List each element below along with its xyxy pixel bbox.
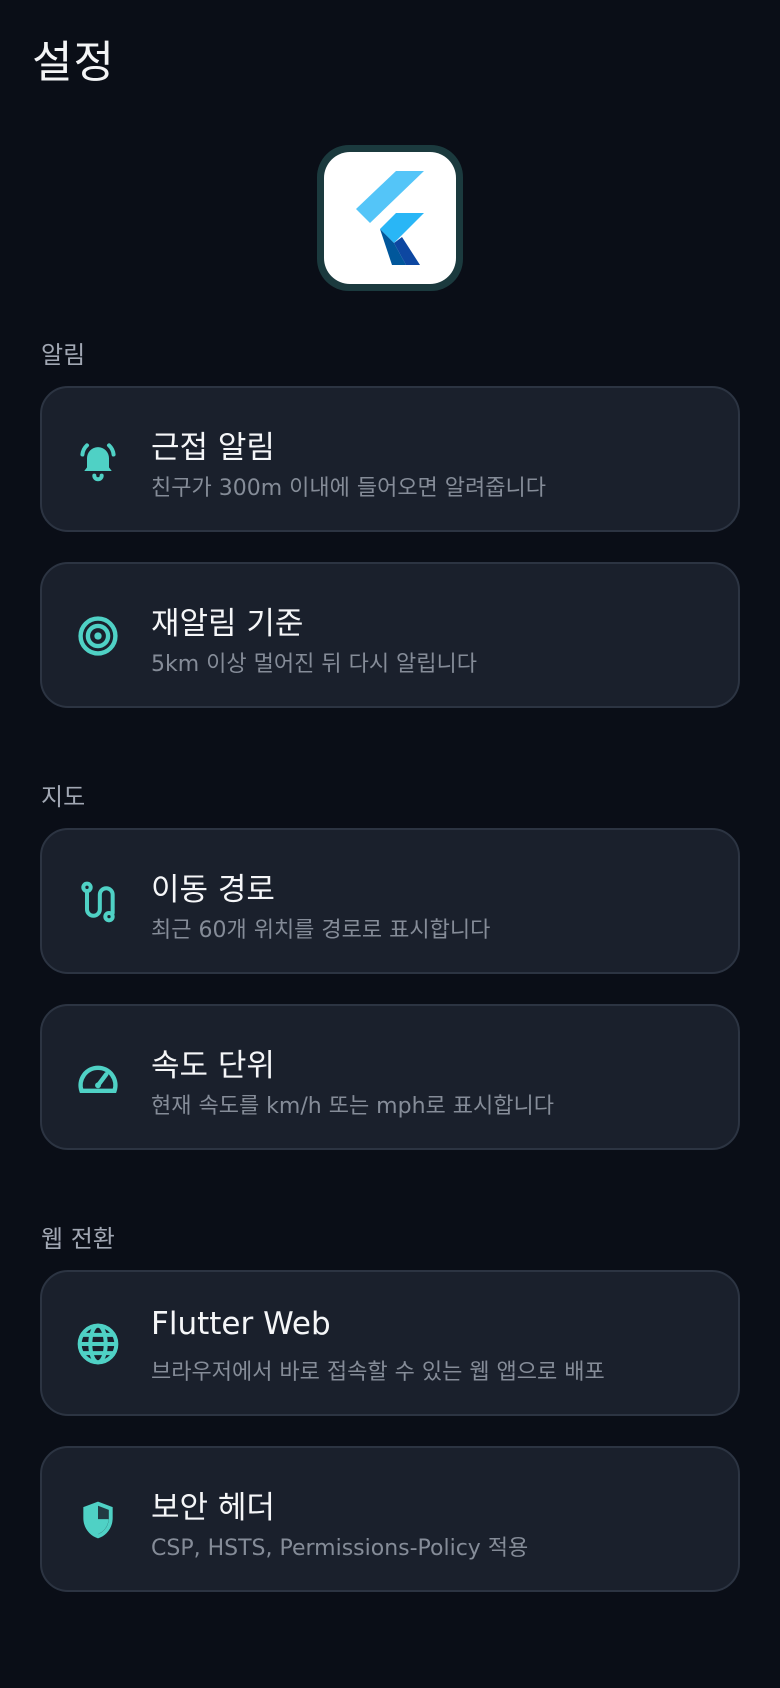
setting-subtitle: 브라우저에서 바로 접속할 수 있는 웹 앱으로 배포 <box>151 1360 605 1385</box>
setting-subtitle: 현재 속도를 km/h 또는 mph로 표시합니다 <box>151 1094 554 1119</box>
section-label-map: 지도 <box>41 783 86 811</box>
setting-proximity-alert[interactable]: 근접 알림 친구가 300m 이내에 들어오면 알려줍니다 <box>40 386 740 532</box>
shield-icon <box>76 1498 120 1542</box>
setting-subtitle: 5km 이상 멀어진 뒤 다시 알립니다 <box>151 652 478 677</box>
flutter-logo-icon <box>324 152 456 284</box>
setting-title: 보안 헤더 <box>151 1490 275 1526</box>
setting-speed-unit[interactable]: 속도 단위 현재 속도를 km/h 또는 mph로 표시합니다 <box>40 1004 740 1150</box>
setting-flutter-web[interactable]: Flutter Web 브라우저에서 바로 접속할 수 있는 웹 앱으로 배포 <box>40 1270 740 1416</box>
setting-title: 재알림 기준 <box>151 606 304 642</box>
setting-title: 이동 경로 <box>151 872 275 908</box>
setting-subtitle: 친구가 300m 이내에 들어오면 알려줍니다 <box>151 476 546 501</box>
speedometer-icon <box>76 1056 120 1100</box>
setting-title: 근접 알림 <box>151 430 275 466</box>
route-icon <box>76 880 120 924</box>
setting-subtitle: CSP, HSTS, Permissions-Policy 적용 <box>151 1536 529 1561</box>
setting-security-headers[interactable]: 보안 헤더 CSP, HSTS, Permissions-Policy 적용 <box>40 1446 740 1592</box>
setting-realert-threshold[interactable]: 재알림 기준 5km 이상 멀어진 뒤 다시 알립니다 <box>40 562 740 708</box>
setting-travel-route[interactable]: 이동 경로 최근 60개 위치를 경로로 표시합니다 <box>40 828 740 974</box>
setting-title: 속도 단위 <box>151 1048 275 1084</box>
globe-icon <box>76 1322 120 1366</box>
setting-subtitle: 최근 60개 위치를 경로로 표시합니다 <box>151 918 491 943</box>
setting-title: Flutter Web <box>151 1306 331 1342</box>
app-logo <box>317 145 463 291</box>
target-icon <box>76 614 120 658</box>
page-title: 설정 <box>32 37 115 88</box>
bell-ring-icon <box>76 438 120 482</box>
section-label-web: 웹 전환 <box>41 1225 115 1253</box>
section-label-alerts: 알림 <box>41 341 86 369</box>
